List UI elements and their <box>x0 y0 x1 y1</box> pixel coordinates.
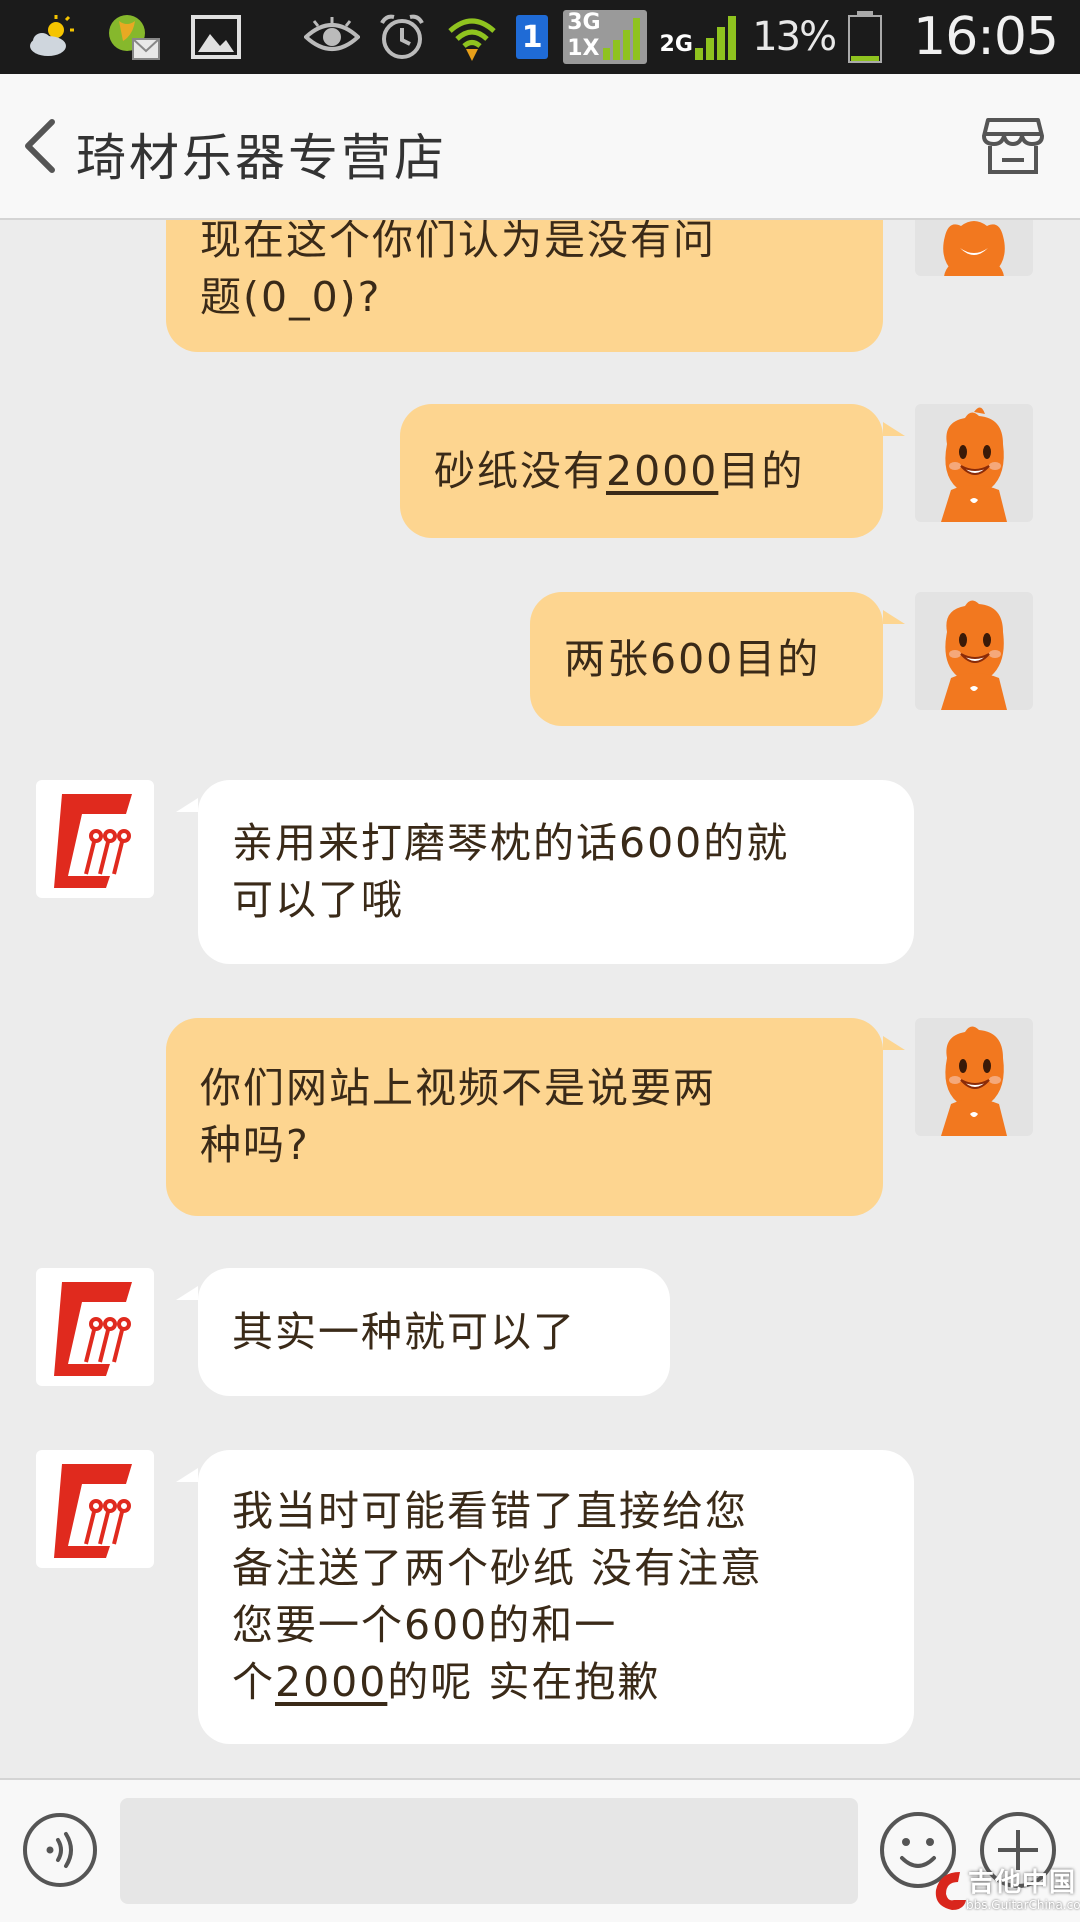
message-bubble[interactable]: 我当时可能看错了直接给您 备注送了两个砂纸 没有注意 您要一个600的和一 个2… <box>198 1450 914 1744</box>
chat-header: 琦材乐器专营店 <box>0 74 1080 220</box>
signal-2g-icon: 2G <box>658 11 742 63</box>
user-avatar-icon <box>941 1026 1007 1136</box>
eye-icon <box>302 11 362 63</box>
bubble-tail <box>176 1286 198 1300</box>
chat-messages: 现在这个你们认为是没有问 题(0_0)? 砂纸没有2000目的 两张600目的 … <box>0 218 1080 1778</box>
message-line: 可以了哦 <box>232 876 404 924</box>
message-bubble[interactable]: 现在这个你们认为是没有问 题(0_0)? <box>166 218 883 352</box>
avatar[interactable] <box>36 1268 154 1386</box>
bubble-tail <box>883 422 905 436</box>
avatar[interactable] <box>915 592 1033 710</box>
network-3g-label: 3G <box>567 10 601 35</box>
message-bubble[interactable]: 你们网站上视频不是说要两 种吗? <box>166 1018 883 1216</box>
link-text[interactable]: 2000 <box>275 1658 387 1706</box>
voice-button[interactable] <box>22 1812 98 1888</box>
voice-icon <box>23 1813 97 1887</box>
message-input[interactable] <box>120 1798 858 1904</box>
email-icon <box>104 11 164 63</box>
avatar[interactable] <box>915 404 1033 522</box>
message-bubble[interactable]: 砂纸没有2000目的 <box>400 404 883 538</box>
avatar[interactable] <box>915 218 1033 276</box>
message-text: 砂纸没有2000目的 <box>434 446 805 495</box>
clock: 16:05 <box>913 7 1059 67</box>
shop-logo-icon <box>54 1282 132 1376</box>
signal-3g-icon: 3G 1X <box>562 10 648 64</box>
message-line: 题(0_0)? <box>200 273 382 321</box>
sim-slot-label: 1 <box>516 15 549 59</box>
message-line: 砂纸没有2000目的 <box>434 443 849 500</box>
battery-icon <box>845 11 885 63</box>
message-line: 两张600目的 <box>564 634 821 683</box>
page-title: 琦材乐器专营店 <box>76 129 447 187</box>
chevron-left-icon <box>25 119 55 173</box>
message-line: 亲用来打磨琴枕的话600的就 <box>232 819 790 867</box>
avatar[interactable] <box>36 1450 154 1568</box>
input-bar <box>0 1778 1080 1922</box>
shop-logo-icon <box>54 794 132 888</box>
sim-icon: 1 <box>512 11 552 63</box>
watermark: 吉他中国 bbs.GuitarChina.com <box>930 1862 1080 1920</box>
alarm-icon <box>372 11 432 63</box>
bubble-tail <box>176 1468 198 1482</box>
user-avatar-icon <box>941 407 1007 522</box>
message-line: 您要一个600的和一 <box>232 1601 618 1649</box>
network-1x-label: 1X <box>567 36 600 61</box>
bubble-tail <box>176 798 198 812</box>
user-avatar-icon <box>943 221 1005 276</box>
status-bar: 1 3G 1X 2G 13% 16:05 <box>0 0 1080 74</box>
message-line: 现在这个你们认为是没有问 <box>200 218 716 264</box>
store-icon <box>982 118 1044 174</box>
message-line: 备注送了两个砂纸 没有注意 <box>232 1544 764 1592</box>
message-line: 你们网站上视频不是说要两 <box>200 1064 716 1112</box>
user-avatar-icon <box>941 600 1007 710</box>
message-line: 个2000的呢 实在抱歉 <box>232 1658 661 1706</box>
wifi-icon <box>442 11 502 63</box>
watermark-url: bbs.GuitarChina.com <box>966 1898 1080 1912</box>
gallery-icon <box>186 11 246 63</box>
message-line: 种吗? <box>200 1121 310 1169</box>
link-text[interactable]: 2000 <box>606 447 718 495</box>
bubble-tail <box>883 1036 905 1050</box>
message-line: 我当时可能看错了直接给您 <box>232 1487 748 1535</box>
message-bubble[interactable]: 两张600目的 <box>530 592 883 726</box>
bubble-tail <box>883 610 905 624</box>
avatar[interactable] <box>36 780 154 898</box>
message-bubble[interactable]: 亲用来打磨琴枕的话600的就 可以了哦 <box>198 780 914 964</box>
shop-logo-icon <box>54 1464 132 1558</box>
weather-icon <box>22 11 82 63</box>
guitar-logo-icon <box>935 1872 966 1910</box>
message-line: 其实一种就可以了 <box>232 1307 576 1356</box>
network-2g-label: 2G <box>659 32 693 57</box>
avatar[interactable] <box>915 1018 1033 1136</box>
store-button[interactable] <box>980 114 1046 178</box>
message-bubble[interactable]: 其实一种就可以了 <box>198 1268 670 1396</box>
battery-percent: 13% <box>752 14 837 60</box>
back-button[interactable] <box>14 114 74 178</box>
watermark-text: 吉他中国 <box>968 1868 1077 1898</box>
